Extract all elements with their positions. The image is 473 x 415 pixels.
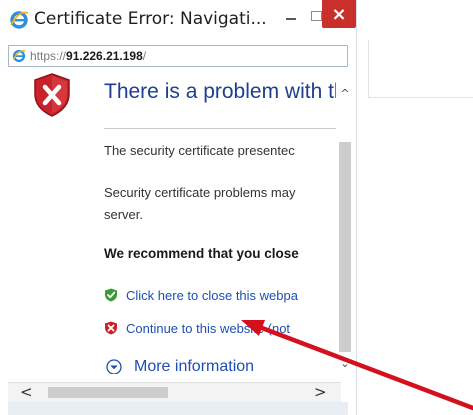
divider — [104, 128, 336, 129]
title-bar[interactable]: Certificate Error: Navigati... × — [0, 0, 356, 44]
url-host: 91.226.21.198 — [66, 49, 143, 63]
horizontal-scrollbar[interactable]: < > — [8, 382, 341, 402]
certificate-problem-line2: server. — [104, 207, 144, 222]
close-button[interactable]: × — [322, 0, 356, 28]
scroll-left-button[interactable]: < — [20, 383, 33, 402]
more-information-text[interactable]: More information — [134, 358, 254, 374]
scroll-down-button[interactable]: ⌄ — [336, 356, 354, 372]
ie-logo-icon — [12, 49, 26, 63]
certificate-problem-line1: Security certificate problems may — [104, 185, 296, 200]
certificate-warning-text: The security certificate presentec — [104, 143, 295, 158]
more-information-toggle[interactable]: More information — [106, 358, 254, 374]
url-suffix: / — [142, 49, 147, 63]
ie-logo-icon — [10, 11, 29, 29]
scroll-up-button[interactable]: ^ — [336, 86, 354, 102]
window-bottom-edge — [8, 402, 348, 415]
continue-to-website-link-text[interactable]: Continue to this website (not — [126, 321, 290, 336]
background-window-edge — [368, 97, 473, 98]
horizontal-scroll-thumb[interactable] — [48, 387, 168, 398]
address-bar[interactable]: https://91.226.21.198/ — [8, 45, 348, 67]
window-title: Certificate Error: Navigati... — [34, 9, 267, 29]
vertical-scrollbar[interactable]: ^ ⌄ — [336, 80, 354, 373]
green-shield-check-icon — [105, 288, 117, 302]
url-prefix: https:// — [30, 49, 67, 63]
scroll-right-button[interactable]: > — [314, 383, 327, 402]
page-content: There is a problem with thi The security… — [8, 68, 336, 374]
vertical-scroll-thumb[interactable] — [339, 142, 351, 352]
address-url: https://91.226.21.198/ — [30, 49, 146, 63]
red-shield-x-icon — [105, 321, 117, 335]
minimize-button[interactable] — [276, 0, 306, 34]
certificate-problem-text: Security certificate problems may server… — [104, 182, 295, 226]
circle-chevron-down-icon — [106, 359, 122, 374]
close-webpage-link-text[interactable]: Click here to close this webpa — [126, 288, 298, 303]
continue-to-website-link[interactable]: Continue to this website (not — [104, 318, 290, 338]
page-heading: There is a problem with thi — [104, 80, 336, 103]
close-webpage-link[interactable]: Click here to close this webpa — [104, 285, 298, 305]
recommendation-text: We recommend that you close — [104, 246, 299, 261]
browser-window: Certificate Error: Navigati... × https:/… — [0, 0, 357, 415]
shield-x-icon — [34, 73, 70, 117]
background-window-edge — [368, 40, 369, 98]
